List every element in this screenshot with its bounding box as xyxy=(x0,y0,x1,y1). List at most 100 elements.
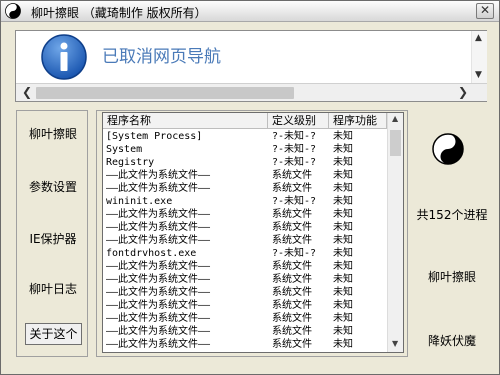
process-function-cell: 未知 xyxy=(333,196,353,207)
process-name-cell: ——此文件为系统文件—— xyxy=(106,300,211,311)
process-function-cell: 未知 xyxy=(333,183,353,194)
process-name-cell: wininit.exe xyxy=(106,196,173,207)
process-list[interactable]: 程序名称 定义级别 程序功能 [System Process] ?-未知-? 未知 S… xyxy=(102,112,404,353)
table-row[interactable]: ——此文件为系统文件—— 系统文件 未知 xyxy=(103,182,387,195)
process-name-cell: ——此文件为系统文件—— xyxy=(106,339,211,350)
process-level-cell: ?-未知-? xyxy=(272,144,317,155)
info-icon xyxy=(41,34,87,80)
process-function-cell: 未知 xyxy=(333,287,353,298)
process-level-cell: ?-未知-? xyxy=(272,157,317,168)
navigation-panel: 柳叶擦眼 参数设置 IE保护器 柳叶日志 关于这个 xyxy=(16,110,88,357)
browser-error-panel: 已取消网页导航 ▲ ▼ ❮ ❯ xyxy=(15,30,487,102)
column-header-function[interactable]: 程序功能 xyxy=(329,113,387,129)
process-level-cell: 系统文件 xyxy=(272,183,312,194)
table-row[interactable]: ——此文件为系统文件—— 系统文件 未知 xyxy=(103,208,387,221)
process-name-cell: ——此文件为系统文件—— xyxy=(106,261,211,272)
process-function-cell: 未知 xyxy=(333,313,353,324)
process-count-label: 共152个进程 xyxy=(416,208,488,222)
table-row[interactable]: Registry ?-未知-? 未知 xyxy=(103,156,387,169)
process-level-cell: 系统文件 xyxy=(272,274,312,285)
process-level-cell: 系统文件 xyxy=(272,326,312,337)
app-window: 柳叶擦眼 （藏琦制作 版权所有） ✕ 已取消网页导航 ▲ ▼ ❮ ❯ 柳叶擦眼 … xyxy=(0,0,500,375)
process-function-cell: 未知 xyxy=(333,144,353,155)
process-name-cell: fontdrvhost.exe xyxy=(106,248,197,259)
yin-yang-icon xyxy=(432,133,464,165)
table-row[interactable]: wininit.exe ?-未知-? 未知 xyxy=(103,195,387,208)
scroll-right-icon[interactable]: ❯ xyxy=(458,85,468,99)
table-row[interactable]: ——此文件为系统文件—— 系统文件 未知 xyxy=(103,234,387,247)
table-row[interactable]: ——此文件为系统文件—— 系统文件 未知 xyxy=(103,260,387,273)
scroll-up-icon[interactable]: ▲ xyxy=(475,33,482,43)
process-name-cell: ——此文件为系统文件—— xyxy=(106,326,211,337)
process-panel: 程序名称 定义级别 程序功能 [System Process] ?-未知-? 未知 S… xyxy=(96,110,408,357)
process-name-cell: ——此文件为系统文件—— xyxy=(106,313,211,324)
scroll-up-icon[interactable]: ▲ xyxy=(392,114,398,123)
scan-button[interactable]: 柳叶擦眼 xyxy=(407,268,497,285)
close-icon: ✕ xyxy=(479,3,491,17)
browser-error-content: 已取消网页导航 xyxy=(16,31,471,83)
scroll-left-icon[interactable]: ❮ xyxy=(22,85,32,99)
nav-item-settings[interactable]: 参数设置 xyxy=(17,178,89,195)
process-name-cell: ——此文件为系统文件—— xyxy=(106,209,211,220)
process-level-cell: ?-未知-? xyxy=(272,248,317,259)
scroll-down-icon[interactable]: ▼ xyxy=(392,339,398,348)
about-button[interactable]: 关于这个 xyxy=(25,323,82,345)
table-row[interactable]: fontdrvhost.exe ?-未知-? 未知 xyxy=(103,247,387,260)
process-level-cell: 系统文件 xyxy=(272,313,312,324)
process-level-cell: 系统文件 xyxy=(272,339,312,350)
nav-item-scan[interactable]: 柳叶擦眼 xyxy=(17,125,89,142)
table-row[interactable]: ——此文件为系统文件—— 系统文件 未知 xyxy=(103,221,387,234)
process-name-cell: ——此文件为系统文件—— xyxy=(106,235,211,246)
process-function-cell: 未知 xyxy=(333,339,353,350)
close-button[interactable]: ✕ xyxy=(476,3,494,19)
process-function-cell: 未知 xyxy=(333,274,353,285)
process-level-cell: ?-未知-? xyxy=(272,196,317,207)
column-header-name[interactable]: 程序名称 xyxy=(103,113,268,129)
process-list-header: 程序名称 定义级别 程序功能 xyxy=(103,113,387,129)
table-row[interactable]: ——此文件为系统文件—— 系统文件 未知 xyxy=(103,312,387,325)
process-name-cell: System xyxy=(106,144,143,155)
process-level-cell: 系统文件 xyxy=(272,287,312,298)
window-bottom-edge xyxy=(1,363,499,374)
banner-horizontal-scrollbar[interactable]: ❮ ❯ xyxy=(16,83,487,101)
table-row[interactable]: System ?-未知-? 未知 xyxy=(103,143,387,156)
table-row[interactable]: [System Process] ?-未知-? 未知 xyxy=(103,130,387,143)
process-list-scrollbar[interactable]: ▲ ▼ xyxy=(387,113,403,352)
table-row[interactable]: ——此文件为系统文件—— 系统文件 未知 xyxy=(103,325,387,338)
process-level-cell: 系统文件 xyxy=(272,222,312,233)
navigation-cancelled-message: 已取消网页导航 xyxy=(102,47,221,67)
process-function-cell: 未知 xyxy=(333,170,353,181)
process-name-cell: ——此文件为系统文件—— xyxy=(106,170,211,181)
process-level-cell: 系统文件 xyxy=(272,170,312,181)
process-level-cell: 系统文件 xyxy=(272,209,312,220)
slogan-label: 降妖伏魔 xyxy=(427,334,476,348)
table-row[interactable]: ——此文件为系统文件—— 系统文件 未知 xyxy=(103,286,387,299)
table-row[interactable]: ——此文件为系统文件—— 系统文件 未知 xyxy=(103,273,387,286)
nav-item-log[interactable]: 柳叶日志 xyxy=(17,280,89,297)
column-header-level[interactable]: 定义级别 xyxy=(268,113,329,129)
process-function-cell: 未知 xyxy=(333,222,353,233)
process-name-cell: ——此文件为系统文件—— xyxy=(106,222,211,233)
process-level-cell: 系统文件 xyxy=(272,235,312,246)
nav-item-ie-protector[interactable]: IE保护器 xyxy=(17,230,89,247)
process-function-cell: 未知 xyxy=(333,235,353,246)
summary-panel: 共152个进程 柳叶擦眼 降妖伏魔 xyxy=(413,110,488,357)
scroll-down-icon[interactable]: ▼ xyxy=(475,70,482,80)
process-function-cell: 未知 xyxy=(333,157,353,168)
scrollbar-thumb[interactable] xyxy=(36,87,294,99)
process-level-cell: ?-未知-? xyxy=(272,131,317,142)
process-function-cell: 未知 xyxy=(333,209,353,220)
process-level-cell: 系统文件 xyxy=(272,261,312,272)
process-function-cell: 未知 xyxy=(333,131,353,142)
window-title: 柳叶擦眼 （藏琦制作 版权所有） xyxy=(31,6,207,20)
table-row[interactable]: ——此文件为系统文件—— 系统文件 未知 xyxy=(103,299,387,312)
table-row[interactable]: ——此文件为系统文件—— 系统文件 未知 xyxy=(103,169,387,182)
scrollbar-thumb[interactable] xyxy=(390,130,401,156)
banner-vertical-scrollbar[interactable]: ▲ ▼ xyxy=(471,31,487,83)
process-rows: [System Process] ?-未知-? 未知 System ?-未知-? 未知 Re… xyxy=(103,130,387,351)
title-bar[interactable]: 柳叶擦眼 （藏琦制作 版权所有） ✕ xyxy=(1,1,499,22)
table-row[interactable]: ——此文件为系统文件—— 系统文件 未知 xyxy=(103,338,387,351)
yin-yang-icon xyxy=(5,3,21,19)
process-level-cell: 系统文件 xyxy=(272,300,312,311)
process-name-cell: ——此文件为系统文件—— xyxy=(106,287,211,298)
